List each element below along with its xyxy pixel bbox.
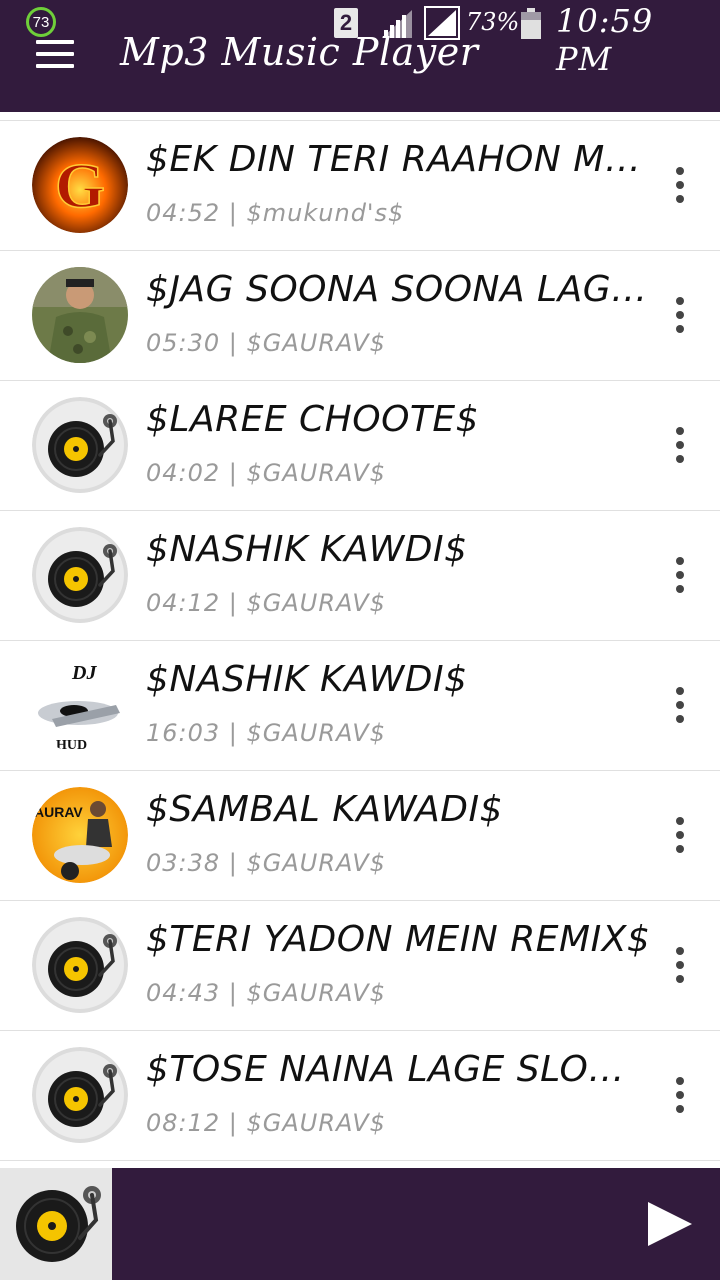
turntable-icon [16,1186,101,1262]
photo-art [32,267,128,363]
song-title: $NASHIK KAWDI$ [146,659,468,700]
fire-letter-art: G [32,137,128,233]
more-options-icon[interactable] [668,947,692,983]
turntable-art-icon [32,1047,128,1143]
album-art [32,527,128,623]
song-row[interactable]: $JAG SOONA SOONA LAGE$ 05:30 | $GAURAV$ [0,251,720,381]
status-clock: 10:59 PM [556,2,654,78]
svg-text:DJ: DJ [71,662,97,684]
album-art [32,397,128,493]
song-artist: $GAURAV$ [246,329,386,357]
album-art: G [32,137,128,233]
app-title: Mp3 Music Player [120,30,479,74]
song-artist: $GAURAV$ [246,849,386,877]
song-meta: 03:38 | $GAURAV$ [146,849,386,877]
song-artist: $GAURAV$ [246,1109,386,1137]
song-meta: 04:12 | $GAURAV$ [146,589,386,617]
more-options-icon[interactable] [668,687,692,723]
album-art [32,917,128,1013]
turntable-art-icon [32,917,128,1013]
now-playing-bar[interactable] [0,1168,720,1280]
song-row[interactable]: G $EK DIN TERI RAAHON MAIN$ 04:52 | $muk… [0,120,720,251]
song-duration: 03:38 [146,849,221,877]
song-duration: 04:02 [146,459,221,487]
more-options-icon[interactable] [668,557,692,593]
album-art: AURAV [32,787,128,883]
song-row[interactable]: AURAV $SAMBAL KAWADI$ 03:38 | $GAURAV$ [0,771,720,901]
song-duration: 04:52 [146,199,221,227]
more-options-icon[interactable] [668,167,692,203]
svg-text:G: G [55,150,105,221]
album-art [32,1047,128,1143]
song-artist: $GAURAV$ [246,459,386,487]
song-list: G $EK DIN TERI RAAHON MAIN$ 04:52 | $muk… [0,120,720,1161]
song-row[interactable]: $TERI YADON MEIN REMIX$ 04:43 | $GAURAV$ [0,901,720,1031]
song-row[interactable]: $LAREE CHOOTE$ 04:02 | $GAURAV$ [0,381,720,511]
song-duration: 04:43 [146,979,221,1007]
svg-text:AURAV: AURAV [34,804,83,820]
more-options-icon[interactable] [668,297,692,333]
song-title: $JAG SOONA SOONA LAGE$ [146,269,656,310]
song-artist: $GAURAV$ [246,589,386,617]
song-row[interactable]: $NASHIK KAWDI$ 04:12 | $GAURAV$ [0,511,720,641]
song-meta: 05:30 | $GAURAV$ [146,329,386,357]
svg-text:HUD: HUD [56,738,87,753]
song-duration: 08:12 [146,1109,221,1137]
song-artist: $mukund's$ [246,199,405,227]
more-options-icon[interactable] [668,817,692,853]
song-row[interactable]: $TOSE NAINA LAGE SLOW REMIX$ 08:12 | $GA… [0,1031,720,1161]
more-options-icon[interactable] [668,1077,692,1113]
battery-icon [521,8,541,39]
play-icon[interactable] [646,1200,694,1248]
album-art: DJ HUD [32,657,128,753]
now-playing-art[interactable] [0,1168,112,1280]
dj-gaurav-art: AURAV [32,787,128,883]
app-header: 73 2 73% 10:59 PM Mp3 Music Player [0,0,720,112]
song-title: $NASHIK KAWDI$ [146,529,468,570]
song-duration: 16:03 [146,719,221,747]
song-title: $TERI YADON MEIN REMIX$ [146,919,651,960]
song-title: $LAREE CHOOTE$ [146,399,480,440]
song-meta: 16:03 | $GAURAV$ [146,719,386,747]
album-art [32,267,128,363]
menu-hamburger-icon[interactable] [36,40,76,70]
turntable-art-icon [32,527,128,623]
turntable-art-icon [32,397,128,493]
song-duration: 05:30 [146,329,221,357]
more-options-icon[interactable] [668,427,692,463]
song-artist: $GAURAV$ [246,979,386,1007]
song-meta: 04:43 | $GAURAV$ [146,979,386,1007]
song-title: $EK DIN TERI RAAHON MAIN$ [146,139,656,180]
dj-logo-art: DJ HUD [32,657,128,753]
song-title: $TOSE NAINA LAGE SLOW REMIX$ [146,1049,656,1090]
song-row[interactable]: DJ HUD $NASHIK KAWDI$ 16:03 | $GAURAV$ [0,641,720,771]
song-meta: 04:52 | $mukund's$ [146,199,405,227]
song-artist: $GAURAV$ [246,719,386,747]
song-meta: 08:12 | $GAURAV$ [146,1109,386,1137]
song-meta: 04:02 | $GAURAV$ [146,459,386,487]
notification-badge: 73 [26,7,56,37]
song-title: $SAMBAL KAWADI$ [146,789,504,830]
song-duration: 04:12 [146,589,221,617]
